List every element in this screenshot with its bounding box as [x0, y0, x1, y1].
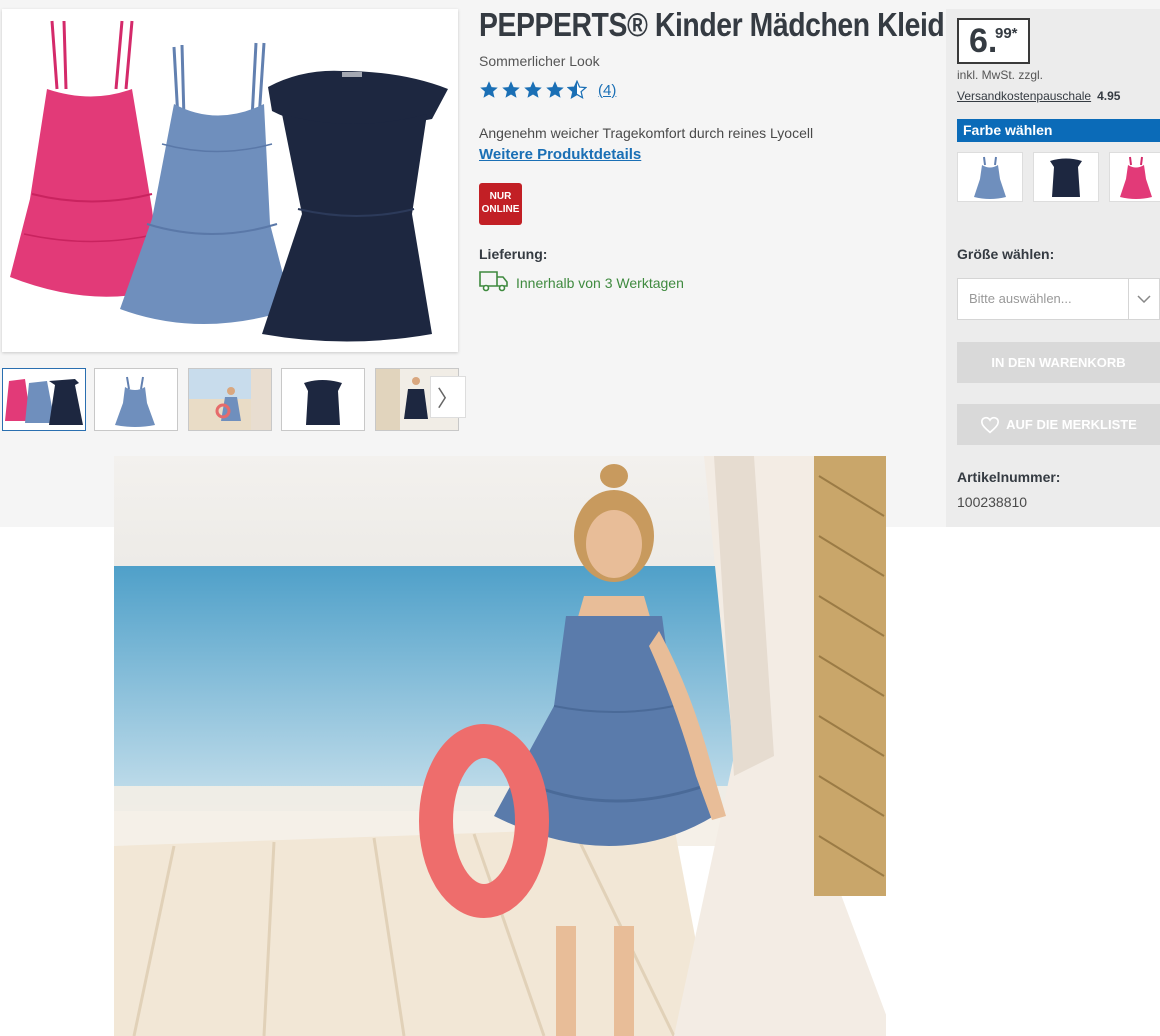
star-full-icon — [524, 81, 542, 98]
star-full-icon — [480, 81, 498, 98]
tax-note: inkl. MwSt. zzgl. — [957, 68, 1044, 82]
product-title: PEPPERTS® Kinder Mädchen Kleid — [479, 6, 945, 43]
price-main: 6. — [969, 22, 998, 60]
main-product-image[interactable] — [2, 9, 458, 352]
add-to-cart-button[interactable]: IN DEN WARENKORB — [957, 342, 1160, 383]
rating-stars[interactable]: (4) — [479, 80, 616, 100]
color-select-header: Farbe wählen — [957, 119, 1160, 142]
star-half-icon — [567, 80, 587, 100]
truck-icon — [479, 271, 508, 292]
thumbnail-navy-dress[interactable] — [281, 368, 365, 431]
product-details-link[interactable]: Weitere Produktdetails — [479, 146, 641, 163]
badge-line2: ONLINE — [481, 204, 520, 215]
thumbnail-girl-beach[interactable] — [188, 368, 272, 431]
review-count-link[interactable]: (4) — [598, 82, 616, 99]
size-select-placeholder: Bitte auswählen... — [969, 291, 1072, 306]
product-description: Angenehm weicher Tragekomfort durch rein… — [479, 125, 814, 141]
chevron-right-icon[interactable]: 〉 — [430, 376, 466, 418]
thumbnail-blue-dress[interactable] — [94, 368, 178, 431]
color-swatch-navy[interactable] — [1033, 152, 1099, 202]
star-full-icon — [546, 81, 564, 98]
article-number-label: Artikelnummer: — [957, 469, 1061, 485]
size-select[interactable]: Bitte auswählen... — [957, 278, 1160, 320]
wishlist-label: AUF DIE MERKLISTE — [1006, 417, 1137, 432]
delivery-time-text: Innerhalb von 3 Werktagen — [516, 275, 684, 291]
shipping-link[interactable]: Versandkostenpauschale — [957, 89, 1091, 103]
online-only-badge: NUR ONLINE — [479, 183, 522, 225]
navy-dress-image — [262, 70, 448, 342]
product-subtitle: Sommerlicher Look — [479, 53, 600, 69]
price-box: 6. 99* — [957, 18, 1030, 64]
price-cents: 99* — [995, 25, 1018, 42]
heart-icon — [981, 416, 1000, 433]
badge-line1: NUR — [489, 191, 512, 202]
shipping-info: Versandkostenpauschale 4.95 — [957, 89, 1120, 103]
star-full-icon — [502, 81, 520, 98]
color-swatch-blue[interactable] — [957, 152, 1023, 202]
thumbnail-three-dresses[interactable] — [2, 368, 86, 431]
purchase-panel — [946, 9, 1160, 527]
color-swatch-pink[interactable] — [1109, 152, 1160, 202]
add-to-wishlist-button[interactable]: AUF DIE MERKLISTE — [957, 404, 1160, 445]
delivery-label: Lieferung: — [479, 246, 548, 262]
shipping-cost: 4.95 — [1097, 89, 1121, 103]
chevron-down-icon[interactable] — [1128, 279, 1159, 319]
article-number: 100238810 — [957, 494, 1028, 510]
size-label: Größe wählen: — [957, 246, 1055, 262]
lifestyle-image — [114, 456, 886, 1036]
